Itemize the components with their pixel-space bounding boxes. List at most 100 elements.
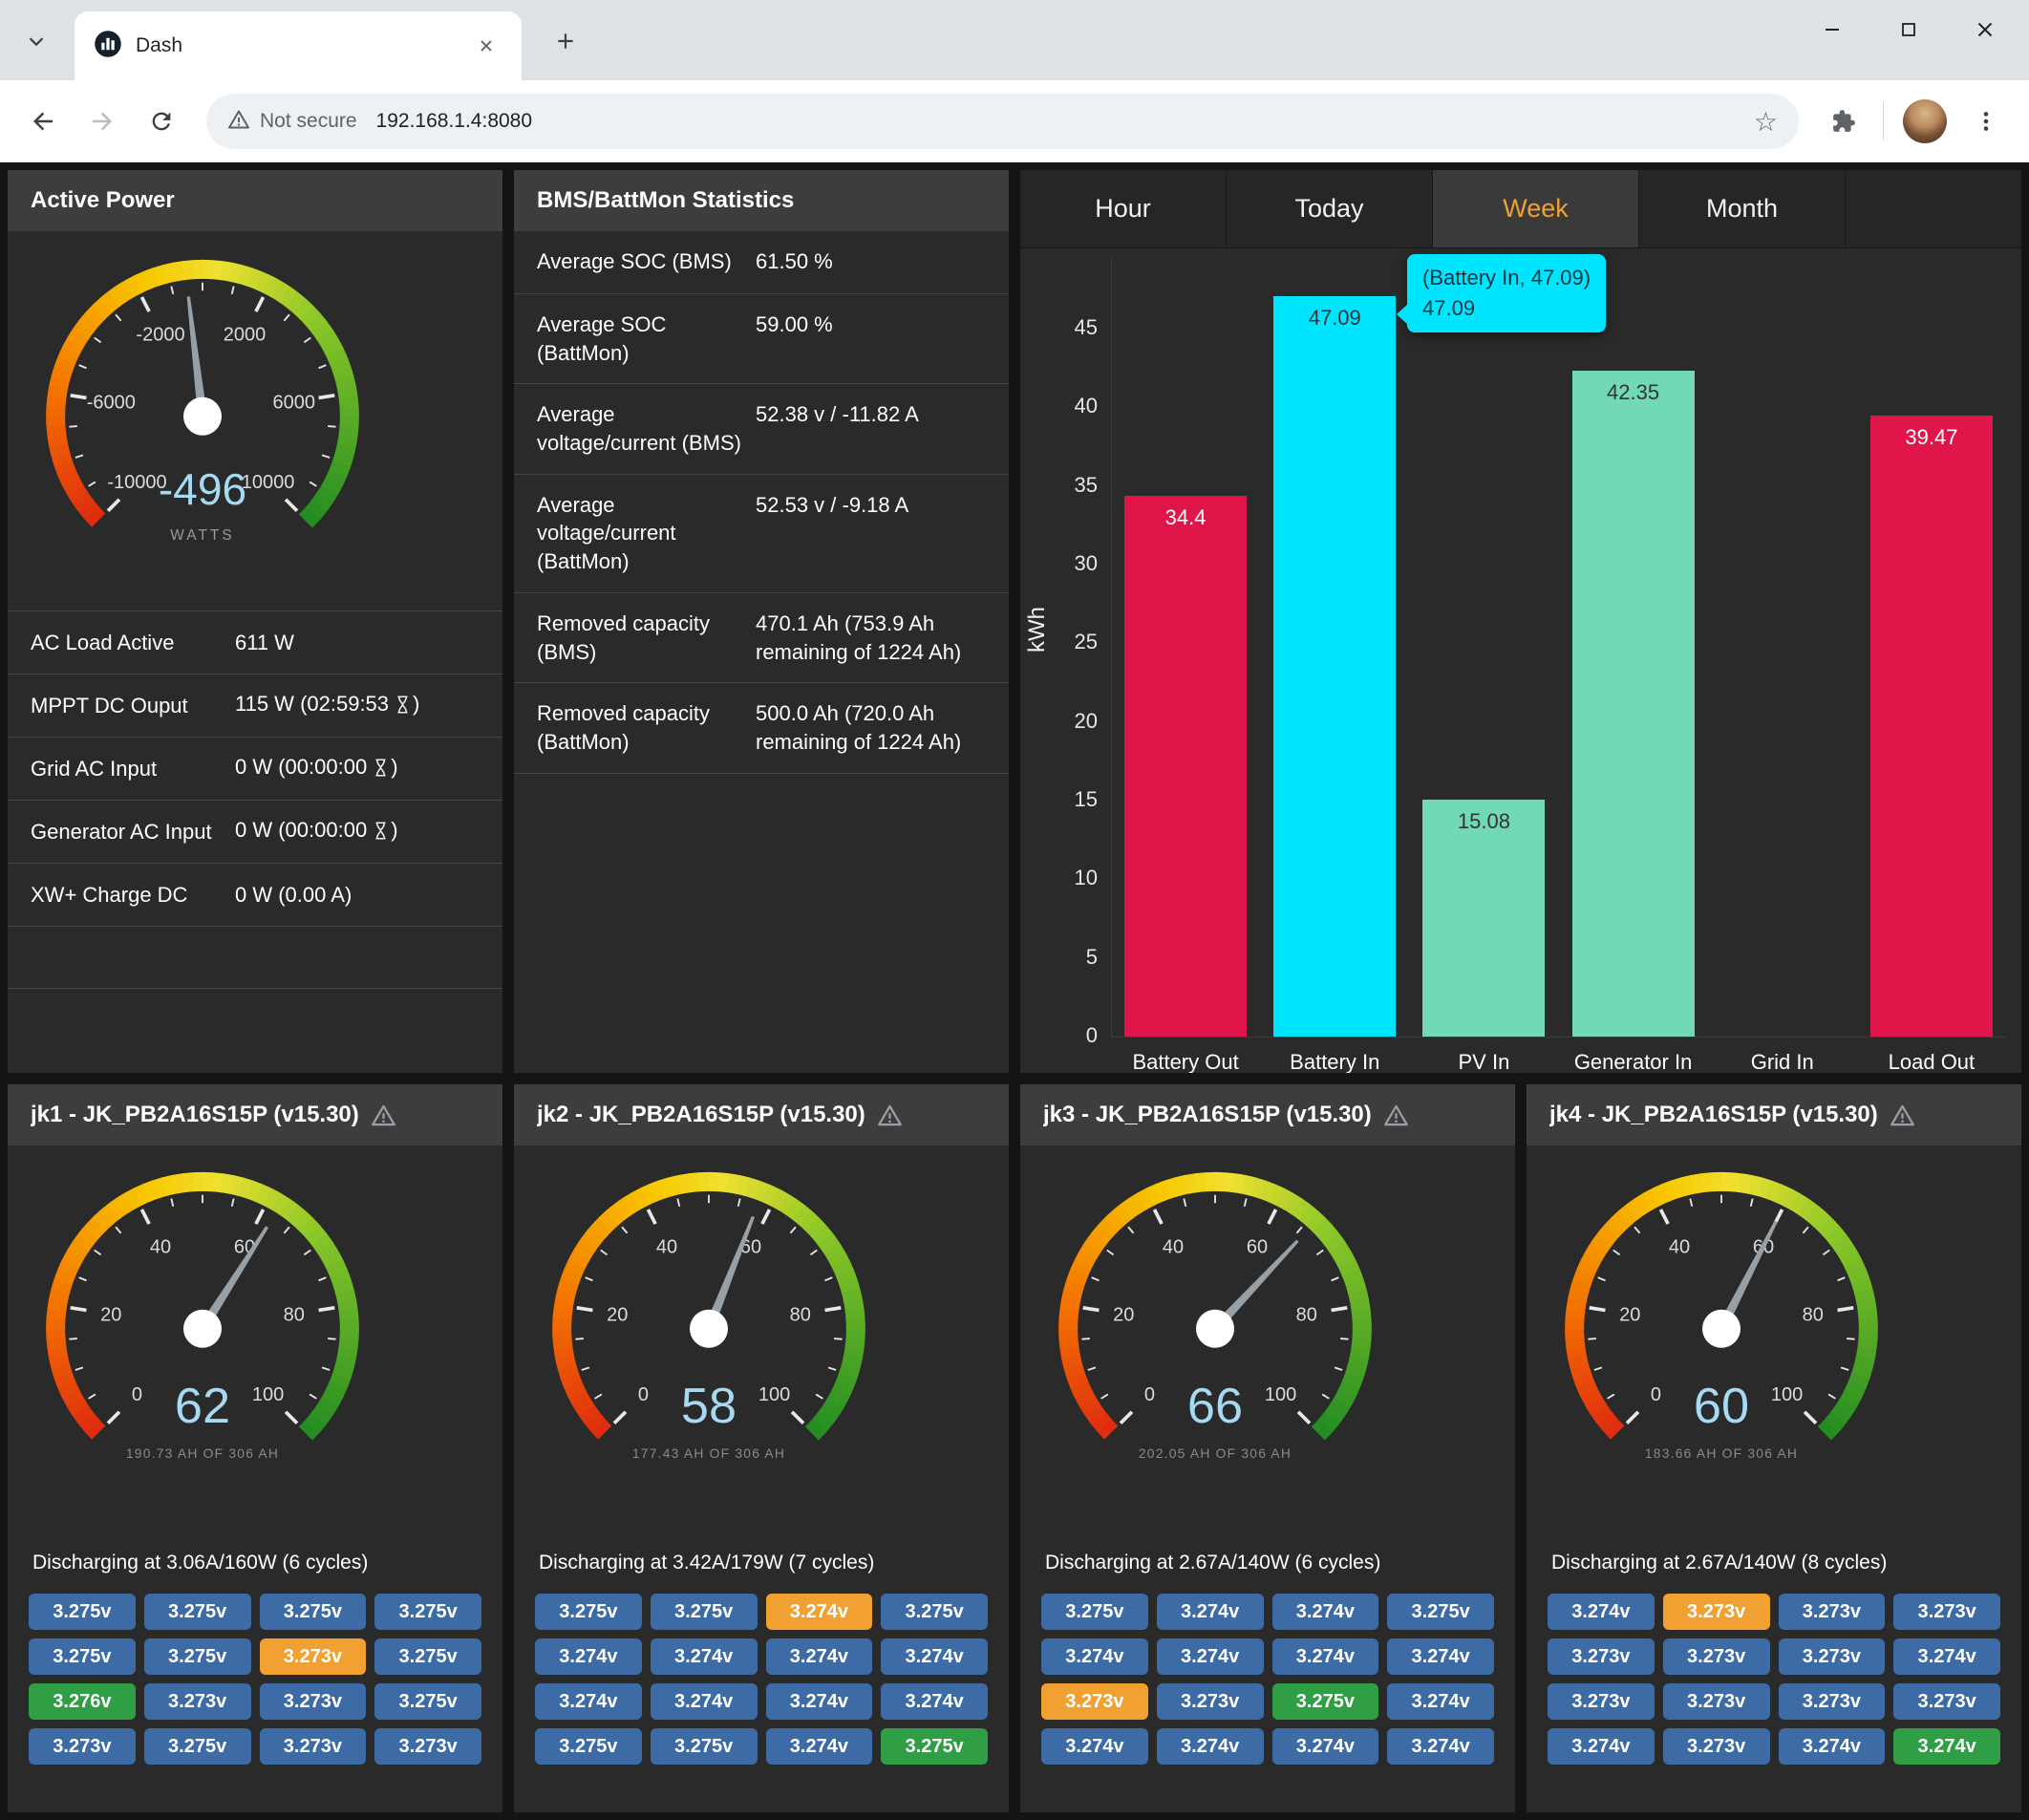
active-power-table: AC Load Active611 WMPPT DC Ouput115 W (0… — [8, 610, 502, 989]
cell-voltage-badge: 3.275v — [144, 1594, 251, 1630]
cell-voltage-badge: 3.273v — [144, 1683, 251, 1720]
new-tab-button[interactable] — [545, 21, 587, 63]
window-minimize-button[interactable] — [1794, 0, 1870, 59]
bookmark-star-icon[interactable]: ☆ — [1754, 106, 1778, 138]
y-axis-tick-label: 10 — [1021, 866, 1098, 890]
cell-voltage-badge: 3.274v — [1041, 1728, 1148, 1765]
panel-battery-jk3: jk3 - JK_PB2A16S15P (v15.30)020406080100… — [1020, 1084, 1515, 1812]
back-button[interactable] — [13, 92, 73, 151]
chart-bar-battery-in[interactable] — [1273, 296, 1396, 1037]
battery-soc-gauge-dial: 02040608010058177.43 AH OF 306 AH — [518, 1155, 900, 1523]
bms-stats-table: Average SOC (BMS)61.50 %Average SOC (Bat… — [514, 231, 1009, 774]
cell-voltage-badge: 3.275v — [535, 1594, 642, 1630]
chart-bar-pv-in[interactable] — [1422, 800, 1545, 1037]
battery-soc-gauge: 02040608010066202.05 AH OF 306 AH — [1024, 1155, 1515, 1523]
tab-search-button[interactable] — [15, 23, 57, 61]
battery-panel-title: jk3 - JK_PB2A16S15P (v15.30) — [1020, 1084, 1515, 1146]
reload-button[interactable] — [132, 92, 191, 151]
back-arrow-icon — [29, 107, 57, 136]
svg-text:60: 60 — [1694, 1379, 1749, 1434]
chart-bar-load-out[interactable] — [1870, 416, 1993, 1037]
plus-icon — [553, 29, 578, 56]
chart-bar-generator-in[interactable] — [1572, 371, 1695, 1037]
cell-voltage-badge: 3.274v — [651, 1638, 758, 1675]
panel-title-text: Active Power — [31, 187, 175, 214]
puzzle-icon — [1831, 109, 1856, 134]
chart-tab-week[interactable]: Week — [1433, 170, 1639, 247]
stat-label: Removed capacity (BMS) — [537, 610, 742, 666]
svg-text:190.73 AH OF 306 AH: 190.73 AH OF 306 AH — [126, 1445, 279, 1461]
svg-text:20: 20 — [1619, 1304, 1640, 1325]
cell-voltage-badge: 3.275v — [651, 1728, 758, 1765]
cell-voltage-badge: 3.273v — [260, 1728, 367, 1765]
y-axis-tick-label: 0 — [1021, 1023, 1098, 1048]
bar-value-label: 34.4 — [1124, 505, 1247, 530]
dashboard: Active Power -10000-6000-200020006000100… — [0, 162, 2029, 1820]
panel-bms-stats: BMS/BattMon Statistics Average SOC (BMS)… — [514, 170, 1009, 1073]
svg-text:2000: 2000 — [224, 324, 267, 345]
cell-voltage-badge: 3.274v — [1272, 1594, 1379, 1630]
x-axis-label-grid-in: Grid In — [1706, 1050, 1859, 1073]
address-bar[interactable]: Not secure 192.168.1.4:8080 ☆ — [206, 94, 1799, 149]
cell-voltage-badge: 3.273v — [1548, 1683, 1655, 1720]
battery-panel-title: jk2 - JK_PB2A16S15P (v15.30) — [514, 1084, 1009, 1146]
cell-voltage-badge: 3.275v — [260, 1594, 367, 1630]
stat-value: 52.53 v / -9.18 A — [742, 491, 986, 520]
tab-close-button[interactable] — [470, 30, 502, 62]
chart-tab-month[interactable]: Month — [1639, 170, 1846, 247]
chart-bar-battery-out[interactable] — [1124, 496, 1247, 1037]
browser-menu-button[interactable] — [1956, 92, 2016, 151]
window-close-button[interactable] — [1947, 0, 2023, 59]
svg-text:202.05 AH OF 306 AH: 202.05 AH OF 306 AH — [1139, 1445, 1292, 1461]
x-axis-label-battery-in: Battery In — [1258, 1050, 1411, 1073]
svg-text:183.66 AH OF 306 AH: 183.66 AH OF 306 AH — [1645, 1445, 1798, 1461]
kebab-menu-icon — [1974, 109, 1998, 134]
cell-voltage-badge: 3.274v — [535, 1638, 642, 1675]
cell-voltage-badge: 3.275v — [374, 1683, 481, 1720]
window-maximize-button[interactable] — [1870, 0, 1947, 59]
battery-soc-gauge: 02040608010060183.66 AH OF 306 AH — [1530, 1155, 2021, 1523]
cell-voltage-badge: 3.273v — [1548, 1638, 1655, 1675]
svg-text:80: 80 — [284, 1304, 305, 1325]
svg-text:80: 80 — [1296, 1304, 1317, 1325]
cell-voltage-badge: 3.275v — [374, 1638, 481, 1675]
chart-tab-today[interactable]: Today — [1227, 170, 1433, 247]
svg-text:-2000: -2000 — [136, 324, 184, 345]
panel-title: Active Power — [8, 170, 502, 231]
cell-voltage-badge: 3.273v — [1663, 1728, 1770, 1765]
svg-text:20: 20 — [607, 1304, 628, 1325]
extensions-button[interactable] — [1814, 92, 1873, 151]
svg-text:80: 80 — [1803, 1304, 1824, 1325]
svg-text:6000: 6000 — [272, 392, 315, 413]
svg-text:62: 62 — [175, 1379, 230, 1434]
cell-voltage-badge: 3.274v — [1157, 1638, 1264, 1675]
cell-voltage-badge: 3.274v — [766, 1638, 873, 1675]
panel-battery-jk2: jk2 - JK_PB2A16S15P (v15.30) 020406080100… — [514, 1084, 1009, 1812]
cell-voltage-grid: 3.275v3.274v3.274v3.275v3.274v3.274v3.27… — [1041, 1594, 1494, 1765]
warning-icon — [877, 1103, 903, 1128]
svg-text:-496: -496 — [159, 464, 246, 514]
stat-label: Average SOC (BMS) — [537, 247, 742, 276]
svg-text:-6000: -6000 — [87, 392, 136, 413]
hourglass-icon — [374, 758, 388, 782]
stat-row-empty — [8, 926, 502, 989]
profile-avatar[interactable] — [1903, 99, 1947, 143]
battery-soc-gauge-dial: 02040608010060183.66 AH OF 306 AH — [1530, 1155, 1912, 1523]
cell-voltage-badge: 3.275v — [651, 1594, 758, 1630]
battery-soc-gauge: 02040608010058177.43 AH OF 306 AH — [518, 1155, 1009, 1523]
chart-tab-hour[interactable]: Hour — [1020, 170, 1227, 247]
cell-voltage-badge: 3.274v — [881, 1638, 988, 1675]
stat-row: Removed capacity (BMS)470.1 Ah (753.9 Ah… — [514, 593, 1009, 683]
hourglass-icon — [374, 821, 388, 846]
browser-tab[interactable]: Dash — [75, 11, 522, 80]
cell-voltage-badge: 3.273v — [1157, 1683, 1264, 1720]
svg-text:60: 60 — [1247, 1236, 1268, 1257]
chart-range-tabs: HourTodayWeekMonth — [1020, 170, 2021, 248]
svg-text:0: 0 — [1651, 1384, 1661, 1405]
stat-row: AC Load Active611 W — [8, 610, 502, 674]
cell-voltage-badge: 3.275v — [535, 1728, 642, 1765]
stat-value: 500.0 Ah (720.0 Ah remaining of 1224 Ah) — [742, 699, 986, 756]
battery-panel-title: jk4 - JK_PB2A16S15P (v15.30) — [1527, 1084, 2021, 1146]
forward-button[interactable] — [73, 92, 132, 151]
stat-row: Average voltage/current (BMS)52.38 v / -… — [514, 384, 1009, 474]
